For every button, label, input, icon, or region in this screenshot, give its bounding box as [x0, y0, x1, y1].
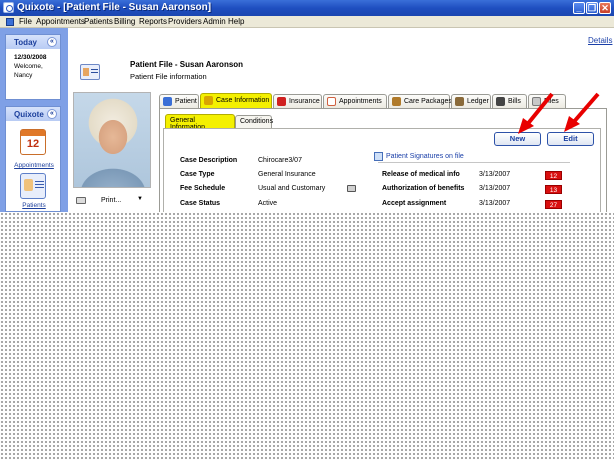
person-icon — [163, 97, 172, 106]
signature-icon — [374, 152, 383, 161]
left-navigation: Today « 12/30/2008 Welcome, Nancy Quixot… — [0, 28, 68, 212]
fee-schedule-label: Fee Schedule — [180, 185, 226, 192]
menu-patients[interactable]: Patients — [84, 17, 113, 26]
case-status-label: Case Status — [180, 200, 221, 207]
case-icon — [204, 96, 213, 105]
subtab-general-information[interactable]: General Information — [165, 114, 235, 131]
calendar-number: 12 — [26, 138, 40, 150]
tab-ledger[interactable]: Ledger — [451, 94, 491, 108]
authorization-benefits-label: Authorization of benefits — [382, 185, 465, 192]
tab-label: Patient — [175, 98, 197, 105]
fee-schedule-value: Usual and Customary — [258, 185, 326, 192]
sidebar-item-appointments[interactable]: Appointments — [6, 162, 62, 169]
title-bar: Quixote - [Patient File - Susan Aaronson… — [0, 0, 614, 16]
patient-file-icon — [80, 64, 100, 80]
accept-assignment-date: 3/13/2007 — [479, 200, 511, 207]
case-type-value: General Insurance — [258, 171, 316, 178]
sidebar-item-patients[interactable]: Patients — [6, 202, 62, 209]
accept-assignment-label: Accept assignment — [382, 200, 447, 207]
subtab-conditions[interactable]: Conditions — [235, 115, 273, 128]
menu-file[interactable]: File — [19, 17, 32, 26]
edit-arrow-shaft — [570, 92, 600, 126]
today-collapse-button[interactable]: « — [47, 37, 57, 47]
release-medical-info-badge: 12 — [545, 171, 562, 180]
tab-insurance[interactable]: Insurance — [273, 94, 322, 108]
release-medical-info-label: Release of medical info — [382, 171, 460, 178]
new-arrow-shaft — [524, 92, 554, 128]
tab-care-packages[interactable]: Care Packages — [388, 94, 452, 108]
annotation-arrows — [518, 92, 600, 134]
case-description-label: Case Description — [180, 157, 238, 164]
dotted-background — [0, 212, 614, 459]
accept-assignment-badge: 27 — [545, 200, 562, 209]
quixote-header-label: Quixote — [14, 110, 44, 119]
release-medical-info-date: 3/13/2007 — [479, 171, 511, 178]
tab-label: Ledger — [467, 98, 489, 105]
quixote-header: Quixote « — [6, 107, 60, 121]
menu-providers[interactable]: Providers — [168, 17, 202, 26]
user-name: Nancy — [14, 72, 33, 79]
details-link[interactable]: Details — [588, 36, 612, 45]
print-button[interactable]: Print... — [101, 197, 121, 204]
menu-bar: File Appointments Patients Billing Repor… — [0, 16, 614, 28]
printer-icon[interactable] — [76, 197, 86, 204]
patient-card-icon[interactable] — [20, 173, 46, 199]
calendar-icon — [327, 97, 336, 106]
package-icon — [392, 97, 401, 106]
menu-appointments[interactable]: Appointments — [36, 17, 85, 26]
page-title: Patient File - Susan Aaronson — [130, 60, 244, 69]
menu-reports[interactable]: Reports — [139, 17, 167, 26]
minimize-button[interactable]: _ — [573, 2, 585, 14]
tab-label: Case Information — [216, 97, 270, 104]
restore-button[interactable]: ❐ — [586, 2, 598, 14]
insurance-icon — [277, 97, 286, 106]
window-title: Quixote - [Patient File - Susan Aaronson… — [17, 2, 212, 13]
tab-label: Care Packages — [404, 98, 452, 105]
page-subtitle: Patient File information — [130, 72, 207, 81]
patient-signatures-link[interactable]: Patient Signatures on file — [386, 153, 464, 160]
print-dropdown-arrow[interactable]: ▼ — [137, 196, 143, 202]
app-icon — [3, 2, 14, 13]
tab-label: Appointments — [339, 98, 382, 105]
case-type-label: Case Type — [180, 171, 215, 178]
patient-photo — [73, 92, 151, 188]
tab-patient[interactable]: Patient — [159, 94, 199, 108]
case-status-value: Active — [258, 200, 278, 207]
fee-schedule-print-icon[interactable] — [347, 185, 356, 192]
today-panel: Today « 12/30/2008 Welcome, Nancy — [5, 34, 61, 100]
today-header: Today « — [6, 35, 60, 49]
welcome-text: Welcome, — [14, 63, 43, 70]
menu-help[interactable]: Help — [228, 17, 244, 26]
calendar-icon[interactable]: 12 — [20, 129, 46, 155]
today-header-label: Today — [14, 38, 37, 47]
menu-billing[interactable]: Billing — [114, 17, 135, 26]
authorization-benefits-badge: 13 — [545, 185, 562, 194]
quixote-panel: Quixote « 12 Appointments Patients — [5, 106, 61, 212]
ledger-icon — [455, 97, 464, 106]
menu-admin[interactable]: Admin — [203, 17, 226, 26]
case-description-value: Chirocare3/07 — [258, 157, 302, 164]
quixote-collapse-button[interactable]: « — [47, 109, 57, 119]
system-menu-icon[interactable] — [6, 18, 14, 26]
tab-appointments[interactable]: Appointments — [323, 94, 387, 108]
close-button[interactable]: ✕ — [599, 2, 611, 14]
tab-case-information[interactable]: Case Information — [200, 93, 272, 108]
today-date: 12/30/2008 — [14, 54, 47, 61]
authorization-benefits-date: 3/13/2007 — [479, 185, 511, 192]
tab-label: Insurance — [289, 98, 320, 105]
